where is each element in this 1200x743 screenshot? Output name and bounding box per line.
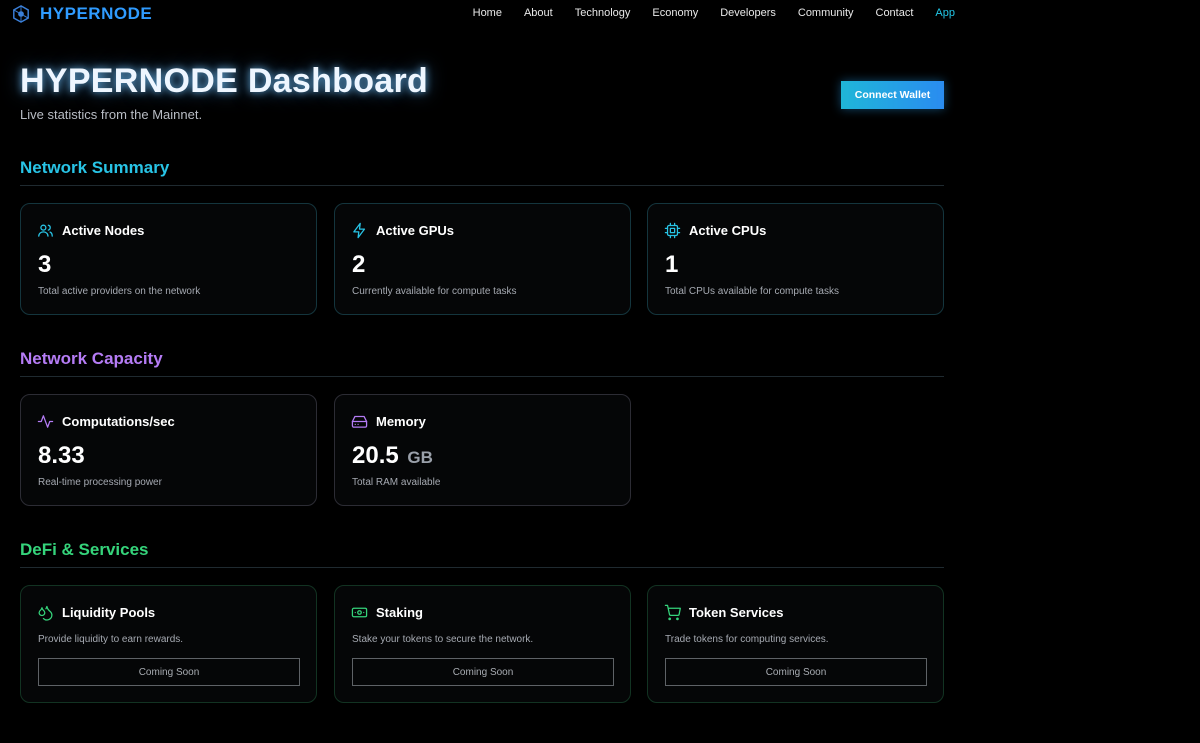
- nav-link-contact[interactable]: Contact: [876, 7, 914, 19]
- card-liquidity-pools: Liquidity Pools Provide liquidity to ear…: [20, 585, 317, 703]
- card-description: Real-time processing power: [38, 477, 162, 488]
- card-active-cpus: Active CPUs 1 Total CPUs available for c…: [647, 203, 944, 315]
- card-description: Total active providers on the network: [38, 286, 201, 297]
- hypernode-logo-icon: [13, 5, 29, 23]
- section-title-network-summary: Network Summary: [20, 158, 170, 177]
- card-label: Active GPUs: [376, 223, 455, 238]
- activity-icon: [37, 415, 54, 428]
- coming-soon-button[interactable]: Coming Soon: [352, 658, 614, 686]
- divider: [20, 567, 944, 568]
- zap-icon: [353, 222, 366, 239]
- card-computations: Computations/sec 8.33 Real-time processi…: [20, 394, 317, 506]
- card-description: Provide liquidity to earn rewards.: [38, 634, 184, 645]
- card-description: Total CPUs available for compute tasks: [665, 286, 839, 297]
- coming-soon-button[interactable]: Coming Soon: [38, 658, 300, 686]
- card-active-nodes: Active Nodes 3 Total active providers on…: [20, 203, 317, 315]
- brand-logo[interactable]: HYPERNODE: [12, 4, 152, 24]
- card-staking: Staking Stake your tokens to secure the …: [334, 585, 631, 703]
- divider: [20, 185, 944, 186]
- card-value: 8.33: [38, 442, 85, 469]
- page-subtitle: Live statistics from the Mainnet.: [20, 107, 203, 122]
- nav-link-community[interactable]: Community: [798, 7, 854, 19]
- card-label: Token Services: [689, 605, 784, 620]
- memory-unit: GB: [407, 448, 433, 467]
- card-label: Active Nodes: [62, 223, 145, 238]
- coming-soon-button[interactable]: Coming Soon: [665, 658, 927, 686]
- cpu-icon: [664, 222, 681, 239]
- nav-link-technology[interactable]: Technology: [575, 7, 631, 19]
- card-label: Computations/sec: [62, 414, 175, 429]
- card-memory: Memory 20.5 GB Total RAM available: [334, 394, 631, 506]
- card-value: 20.5 GB: [352, 442, 433, 470]
- card-label: Memory: [376, 414, 426, 429]
- divider: [20, 376, 944, 377]
- users-icon: [38, 224, 53, 237]
- brand-name: HYPERNODE: [40, 4, 153, 23]
- card-label: Staking: [376, 605, 423, 620]
- nav-link-developers[interactable]: Developers: [720, 7, 776, 19]
- card-description: Trade tokens for computing services.: [665, 634, 829, 645]
- card-description: Currently available for compute tasks: [352, 286, 517, 297]
- shopping-cart-icon: [664, 604, 681, 621]
- card-value: 3: [38, 251, 52, 278]
- droplets-icon: [38, 605, 53, 621]
- card-value: 1: [665, 251, 679, 278]
- nav-link-app[interactable]: App: [935, 7, 955, 19]
- nav-links: Home About Technology Economy Developers…: [451, 7, 955, 19]
- nav-link-home[interactable]: Home: [473, 7, 502, 19]
- memory-value: 20.5: [352, 442, 399, 469]
- card-description: Total RAM available: [352, 477, 441, 488]
- card-label: Liquidity Pools: [62, 605, 156, 620]
- page-title: HYPERNODE Dashboard: [20, 62, 429, 100]
- nav-link-about[interactable]: About: [524, 7, 553, 19]
- section-title-defi-services: DeFi & Services: [20, 540, 149, 559]
- nav-link-economy[interactable]: Economy: [652, 7, 698, 19]
- card-token-services: Token Services Trade tokens for computin…: [647, 585, 944, 703]
- card-description: Stake your tokens to secure the network.: [352, 634, 534, 645]
- section-title-network-capacity: Network Capacity: [20, 349, 163, 368]
- card-label: Active CPUs: [689, 223, 767, 238]
- card-value: 2: [352, 251, 366, 278]
- banknote-icon: [351, 607, 368, 618]
- card-active-gpus: Active GPUs 2 Currently available for co…: [334, 203, 631, 315]
- hard-drive-icon: [351, 415, 368, 428]
- connect-wallet-button[interactable]: Connect Wallet: [841, 81, 944, 109]
- navbar: HYPERNODE Home About Technology Economy …: [0, 0, 1200, 28]
